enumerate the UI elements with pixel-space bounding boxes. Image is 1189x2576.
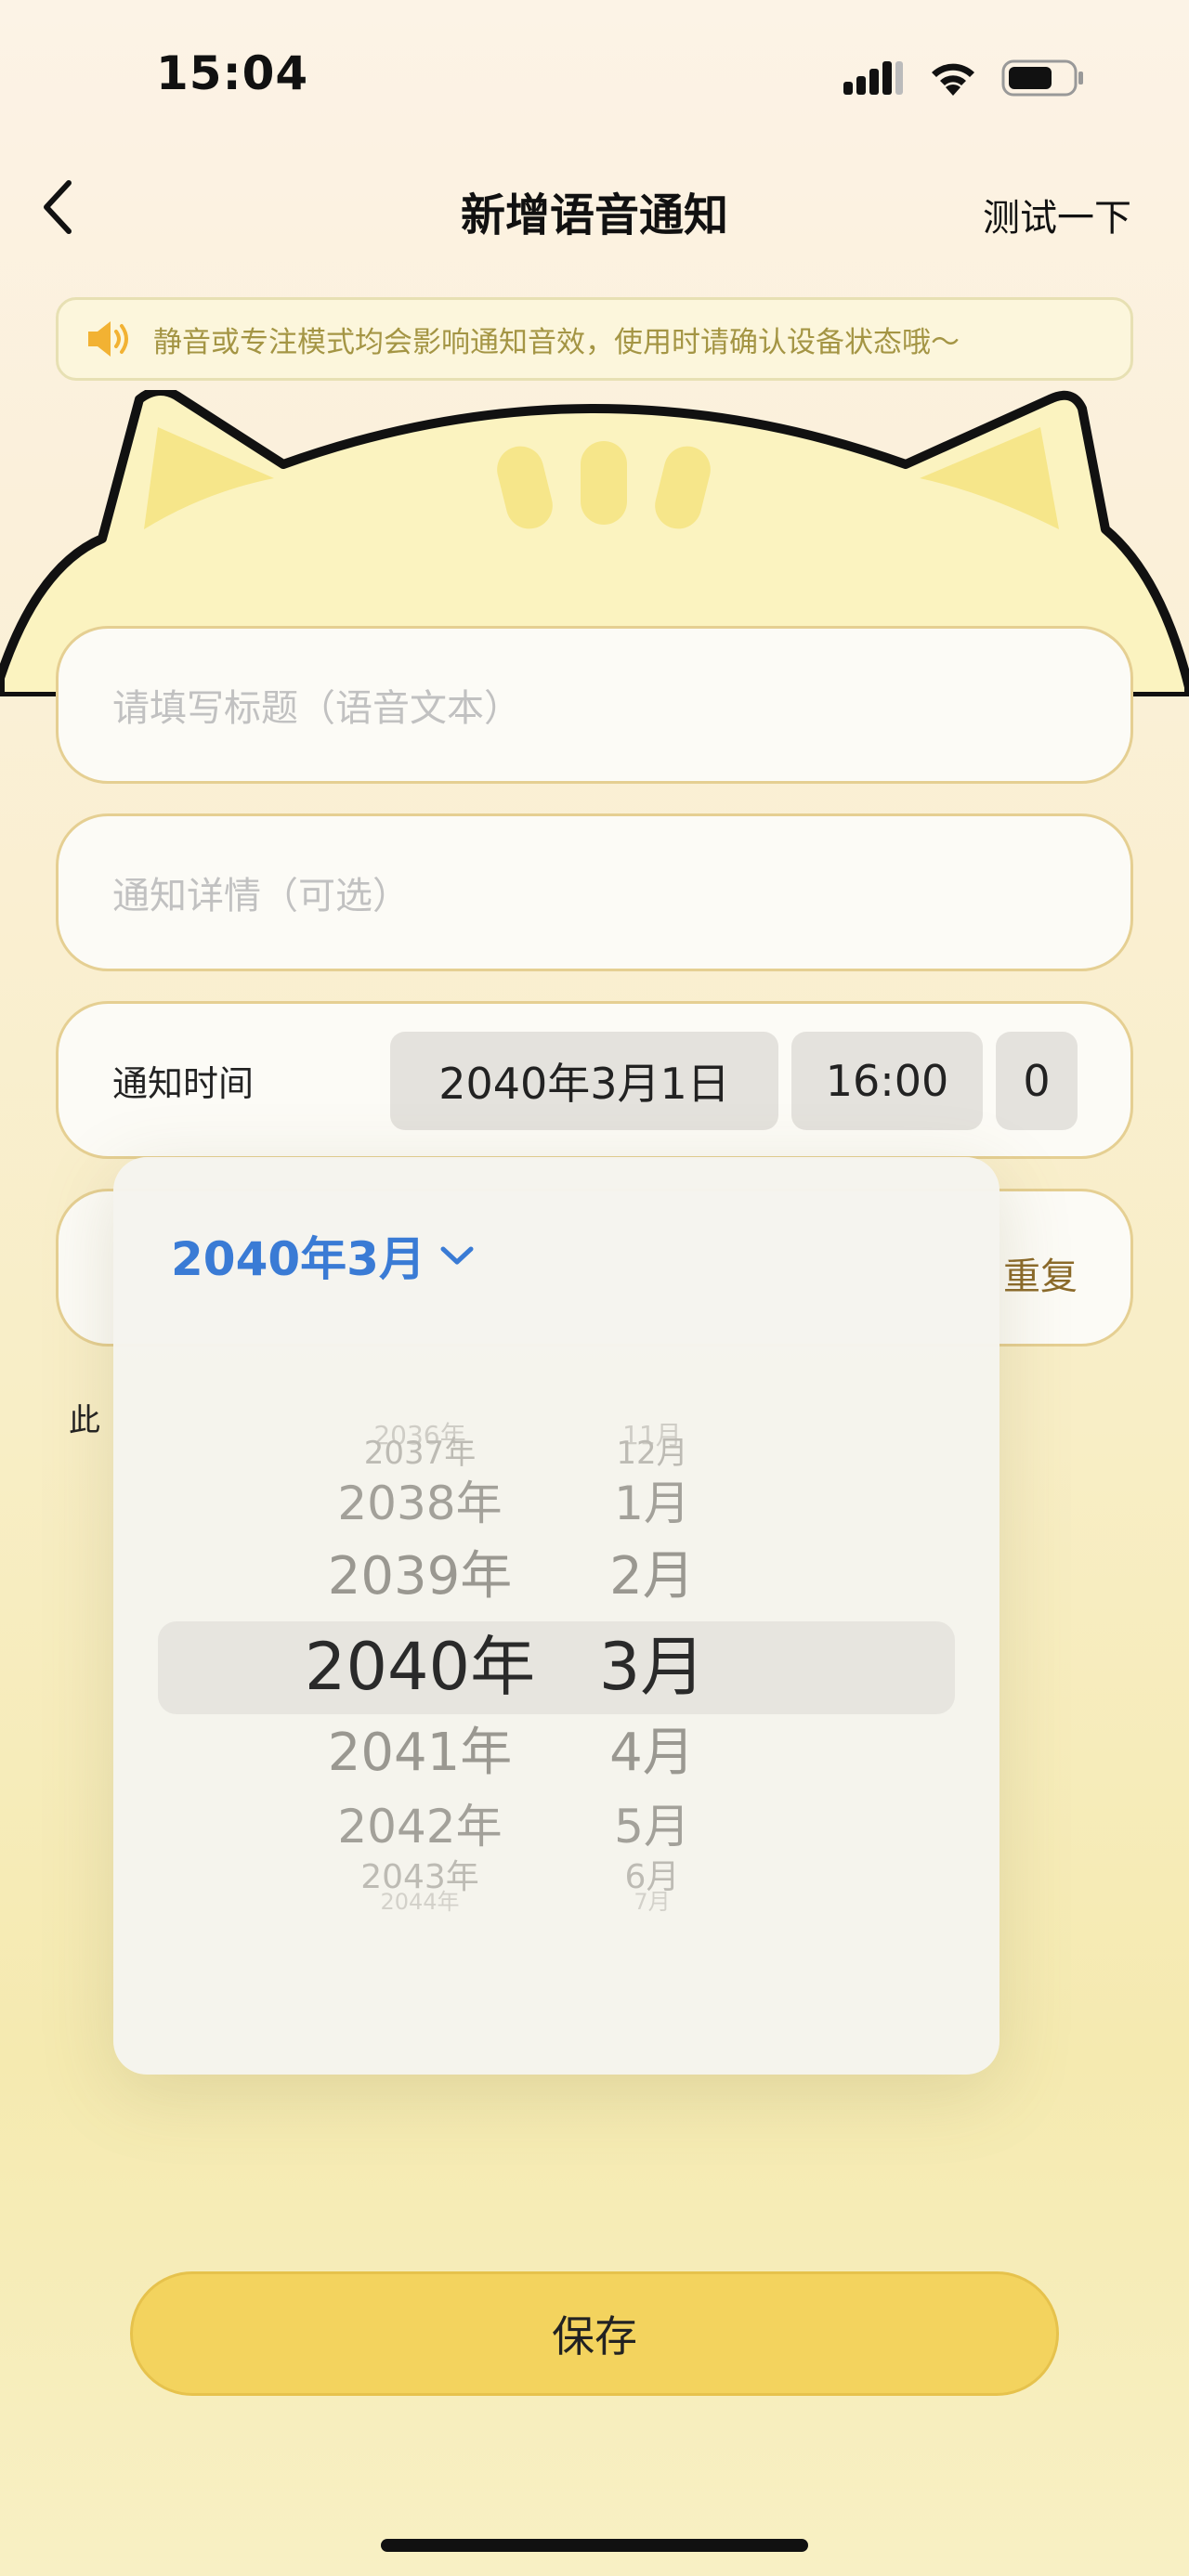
year-option[interactable]: 2037年 (299, 1438, 541, 1469)
month-option[interactable]: 12月 (578, 1438, 726, 1469)
date-picker-popover: 2040年 3月 2036年 2037年 2038年 2039年 2040年 20… (113, 1157, 1000, 2075)
repeat-label: 重复 (1003, 1255, 1078, 1298)
month-option-selected[interactable]: 3月 (578, 1634, 726, 1699)
year-option-selected[interactable]: 2040年 (299, 1634, 541, 1699)
year-option[interactable]: 2039年 (299, 1551, 541, 1603)
signal-icon (843, 61, 903, 95)
year-option[interactable]: 2041年 (299, 1727, 541, 1779)
year-option[interactable]: 2038年 (299, 1480, 541, 1527)
time-label: 通知时间 (112, 1062, 255, 1104)
notice-banner: 静音或专注模式均会影响通知音效，使用时请确认设备状态哦～ (56, 297, 1133, 381)
wheel-selection-highlight (158, 1621, 955, 1714)
save-button[interactable]: 保存 (130, 2271, 1059, 2396)
month-option[interactable]: 5月 (578, 1803, 726, 1850)
home-indicator (381, 2539, 808, 2552)
year-wheel[interactable]: 2036年 2037年 2038年 2039年 2040年 2041年 2042… (299, 1157, 541, 2075)
title-placeholder: 请填写标题（语音文本） (112, 687, 521, 730)
date-button[interactable]: 2040年3月1日 (390, 1032, 778, 1130)
status-time: 15:04 (156, 46, 309, 100)
month-option[interactable]: 4月 (578, 1727, 726, 1779)
speaker-icon (88, 321, 128, 357)
detail-input[interactable]: 通知详情（可选） (56, 813, 1133, 971)
wifi-icon (932, 63, 974, 96)
notice-text: 静音或专注模式均会影响通知音效，使用时请确认设备状态哦～ (153, 325, 960, 359)
month-option[interactable]: 7月 (578, 1891, 726, 1913)
year-option[interactable]: 2042年 (299, 1803, 541, 1850)
test-button[interactable]: 测试一下 (983, 188, 1131, 241)
title-input[interactable]: 请填写标题（语音文本） (56, 626, 1133, 784)
detail-placeholder: 通知详情（可选） (112, 875, 410, 917)
month-wheel[interactable]: 11月 12月 1月 2月 3月 4月 5月 6月 7月 (578, 1157, 726, 2075)
month-option[interactable]: 1月 (578, 1480, 726, 1527)
year-option[interactable]: 2044年 (299, 1891, 541, 1913)
time-button[interactable]: 16:00 (791, 1032, 983, 1130)
month-option[interactable]: 2月 (578, 1551, 726, 1603)
battery-icon (1001, 59, 1083, 97)
hint-text: 此 (69, 1402, 100, 1439)
status-icons (843, 58, 1085, 98)
extra-button[interactable]: 0 (996, 1032, 1078, 1130)
